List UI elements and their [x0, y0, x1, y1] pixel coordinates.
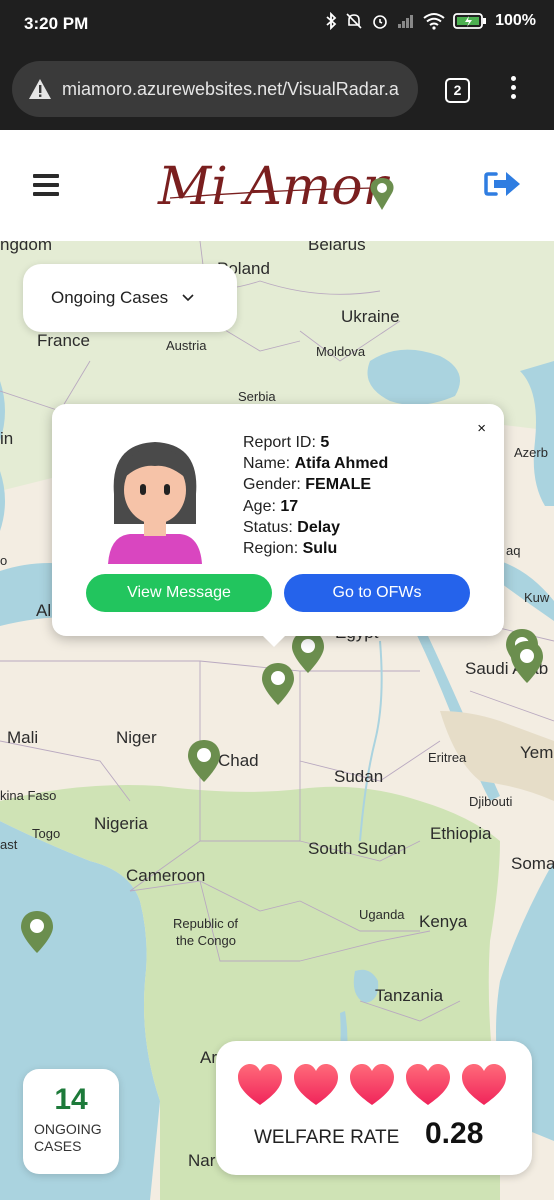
- map-pin-icon[interactable]: [510, 639, 544, 685]
- app-header: Mi Amor: [0, 130, 554, 241]
- report-id-value: 5: [320, 434, 330, 451]
- gender-value: FEMALE: [305, 476, 372, 494]
- ongoing-cases-count: 14: [54, 1083, 88, 1116]
- status-value: Delay: [297, 518, 340, 536]
- map-label: Moldova: [316, 344, 366, 359]
- map-pin-icon[interactable]: [187, 738, 221, 784]
- map-pin-icon[interactable]: [20, 909, 54, 955]
- battery-icon: [453, 13, 487, 29]
- map-label: Ethiopia: [430, 824, 492, 843]
- name-value: Atifa Ahmed: [294, 455, 389, 473]
- map-label: Uganda: [359, 907, 405, 922]
- map-label: the Congo: [176, 933, 236, 948]
- ongoing-cases-card: 14 ONGOING CASES: [23, 1069, 119, 1174]
- welfare-rate-label: WELFARE RATE: [254, 1127, 400, 1148]
- go-to-ofws-button[interactable]: Go to OFWs: [284, 574, 470, 612]
- map-label: aq: [506, 543, 521, 558]
- heart-icon: [462, 1064, 506, 1105]
- map-label: Niger: [116, 728, 157, 747]
- heart-icon: [350, 1064, 394, 1105]
- case-info-popup: × Report ID: 5 Name: Atifa Ahmed Gender:…: [52, 404, 504, 647]
- view-message-button[interactable]: View Message: [86, 574, 272, 612]
- battery-percent: 100%: [495, 12, 536, 29]
- status-label: Status:: [243, 518, 293, 536]
- map-label: France: [37, 331, 90, 350]
- chevron-down-icon[interactable]: [182, 294, 194, 302]
- status-bar: 3:20 PM 100%: [0, 0, 554, 52]
- map-label: ast: [0, 837, 18, 852]
- mute-bell-icon: [346, 13, 362, 29]
- app-logo[interactable]: Mi Amor: [150, 138, 410, 234]
- map-label: Kenya: [419, 912, 468, 931]
- map-label: Soma: [511, 854, 554, 873]
- map-label: Nigeria: [94, 814, 148, 833]
- close-icon[interactable]: ×: [477, 420, 486, 437]
- region-label: Region:: [243, 540, 299, 558]
- url-text[interactable]: miamoro.azurewebsites.net/VisualRadar.a: [62, 79, 399, 100]
- wifi-icon: [423, 13, 445, 30]
- map-pin-icon[interactable]: [261, 661, 295, 707]
- ongoing-cases-label-line1: ONGOING: [34, 1121, 102, 1137]
- menu-dots-icon[interactable]: [506, 76, 520, 106]
- map-label: o: [0, 553, 8, 568]
- region-value: Sulu: [302, 540, 338, 558]
- welfare-rate-value: 0.28: [425, 1117, 484, 1150]
- map-label: Togo: [32, 826, 61, 841]
- map-label: Republic of: [173, 916, 239, 931]
- address-bar[interactable]: miamoro.azurewebsites.net/VisualRadar.a: [12, 61, 418, 117]
- map-label: Cameroon: [126, 866, 206, 885]
- map-label: Djibouti: [469, 794, 513, 809]
- age-label: Age:: [243, 497, 276, 515]
- map-label: Austria: [166, 338, 207, 353]
- map-label: kina Faso: [0, 788, 57, 803]
- map-label: Chad: [218, 751, 259, 770]
- map-label: South Sudan: [308, 839, 407, 858]
- heart-icon: [406, 1064, 450, 1105]
- gender-label: Gender:: [243, 476, 301, 494]
- status-icons: 100%: [325, 12, 536, 30]
- report-id-label: Report ID:: [243, 434, 316, 451]
- popup-pointer: [262, 635, 286, 647]
- map-label: Serbia: [238, 389, 276, 404]
- map-label: Azerb: [514, 445, 548, 460]
- map-label: Belarus: [308, 241, 366, 254]
- map-label: Sudan: [334, 767, 384, 786]
- map-label: Kuw: [524, 590, 550, 605]
- avatar-girl-icon: [108, 442, 202, 564]
- welfare-rate-card: WELFARE RATE 0.28: [216, 1041, 532, 1175]
- map-label: ngdom: [0, 241, 52, 254]
- logout-icon[interactable]: [484, 168, 522, 200]
- status-time: 3:20 PM: [24, 14, 89, 33]
- logo-text: Mi Amor: [157, 157, 391, 217]
- alarm-icon: [373, 15, 387, 29]
- case-details: Report ID: 5 Name: Atifa Ahmed Gender: F…: [243, 432, 388, 559]
- heart-icon: [238, 1064, 282, 1105]
- heart-icon: [294, 1064, 338, 1105]
- map-label: Nar: [188, 1151, 216, 1170]
- map-label: Ar: [200, 1048, 217, 1067]
- ongoing-cases-label-line2: CASES: [34, 1138, 82, 1154]
- signal-icon: [398, 15, 414, 28]
- warning-icon[interactable]: [28, 78, 52, 100]
- bluetooth-icon: [326, 12, 337, 30]
- browser-toolbar: miamoro.azurewebsites.net/VisualRadar.a …: [0, 52, 554, 130]
- hamburger-icon[interactable]: [33, 174, 59, 196]
- map-label: Eritrea: [428, 750, 467, 765]
- map-label: Ukraine: [341, 307, 400, 326]
- welfare-hearts: [236, 1063, 508, 1107]
- ongoing-cases-label: ONGOING CASES: [23, 1121, 119, 1155]
- name-label: Name:: [243, 455, 291, 473]
- map-label: Al: [36, 601, 52, 620]
- map-label: Tanzania: [375, 986, 444, 1005]
- map-label: Mali: [7, 728, 39, 747]
- age-value: 17: [280, 497, 299, 515]
- case-filter-selected[interactable]: Ongoing Cases: [51, 288, 168, 308]
- map-label: Yem: [520, 743, 554, 762]
- tab-switcher-button[interactable]: 2: [445, 78, 470, 103]
- case-filter-dropdown[interactable]: Ongoing Cases: [23, 264, 237, 332]
- map-label: in: [0, 429, 14, 448]
